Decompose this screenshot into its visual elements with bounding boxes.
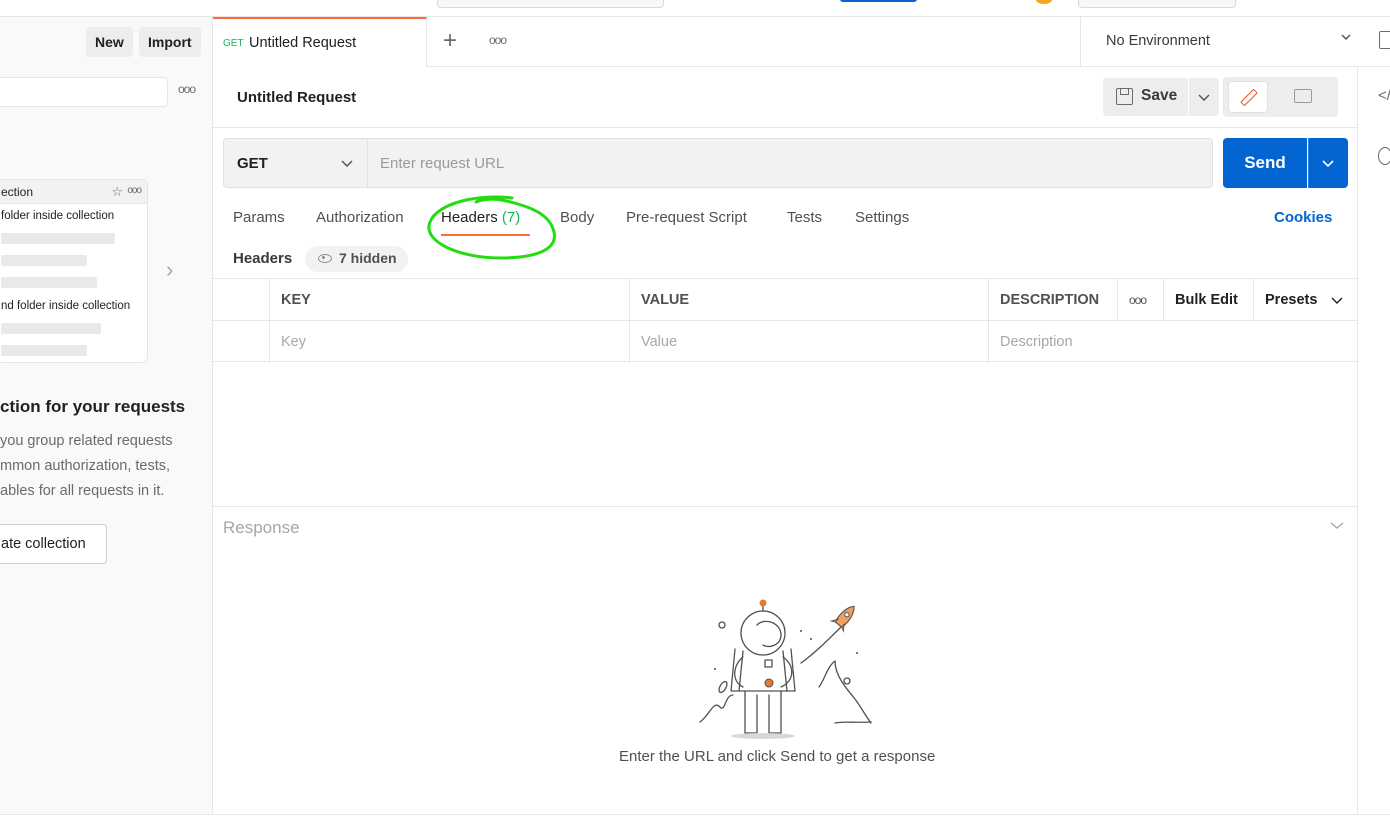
chevron-down-icon xyxy=(1322,160,1334,168)
value-input[interactable]: Value xyxy=(629,321,988,363)
headers-table: KEY VALUE DESCRIPTION ooo Bulk Edit Pres… xyxy=(213,278,1357,363)
checkbox-column xyxy=(213,279,269,321)
more-icon: ooo xyxy=(127,185,142,196)
mode-toggle xyxy=(1223,77,1338,117)
presets-dropdown[interactable]: Presets xyxy=(1253,279,1357,321)
method-label: GET xyxy=(237,155,268,172)
chevron-down-icon xyxy=(341,160,353,167)
collection-preview-title: ection xyxy=(1,185,34,199)
empty-state-text: ables for all requests in it. xyxy=(0,483,165,499)
eye-icon xyxy=(318,254,332,263)
cookies-link[interactable]: Cookies xyxy=(1274,209,1332,226)
tab-method: GET xyxy=(223,38,244,49)
new-tab-plus-icon[interactable]: + xyxy=(443,27,457,55)
table-header-row: KEY VALUE DESCRIPTION ooo Bulk Edit Pres… xyxy=(213,279,1357,321)
tab-more-icon[interactable]: ooo xyxy=(489,33,507,47)
save-icon xyxy=(1116,88,1133,105)
headers-section-label: Headers xyxy=(233,250,293,267)
bulk-edit-button[interactable]: Bulk Edit xyxy=(1163,279,1253,321)
edit-mode-button[interactable] xyxy=(1228,81,1268,113)
upgrade-button-edge[interactable] xyxy=(840,0,917,2)
tab-tests[interactable]: Tests xyxy=(787,209,822,226)
import-button[interactable]: Import xyxy=(139,27,201,57)
search-bar-edge[interactable] xyxy=(437,0,664,8)
save-dropdown-button[interactable] xyxy=(1189,78,1219,116)
environment-select[interactable]: No Environment xyxy=(1080,17,1367,67)
annotation-circle xyxy=(427,195,556,260)
empty-state-text: you group related requests xyxy=(0,433,173,449)
avatar[interactable] xyxy=(1036,0,1052,4)
tab-untitled-request[interactable]: GET Untitled Request xyxy=(213,17,427,67)
save-button[interactable]: Save xyxy=(1103,78,1188,116)
save-label: Save xyxy=(1141,87,1178,104)
response-divider[interactable] xyxy=(213,506,1357,507)
tab-params[interactable]: Params xyxy=(233,209,285,226)
placeholder-bar xyxy=(1,277,97,288)
account-menu-edge[interactable] xyxy=(1078,0,1236,8)
placeholder-bar xyxy=(1,255,87,266)
comment-icon[interactable] xyxy=(1294,89,1312,103)
empty-state-heading: ction for your requests xyxy=(0,397,186,416)
chevron-down-icon xyxy=(1198,94,1210,101)
column-header-key: KEY xyxy=(269,279,629,321)
chevron-down-icon xyxy=(1341,34,1351,40)
lightbulb-icon[interactable] xyxy=(1378,147,1390,165)
column-header-value: VALUE xyxy=(629,279,988,321)
method-select[interactable]: GET xyxy=(223,138,368,188)
create-collection-button[interactable]: ate collection xyxy=(0,524,107,564)
sidebar-search-input[interactable] xyxy=(0,77,168,107)
tab-pre-request-script[interactable]: Pre-request Script xyxy=(626,209,747,226)
column-header-description: DESCRIPTION xyxy=(988,279,1117,321)
hidden-headers-toggle[interactable]: 7 hidden xyxy=(305,246,408,272)
table-more-icon[interactable]: ooo xyxy=(1117,279,1163,321)
environment-label: No Environment xyxy=(1106,33,1210,49)
chevron-right-icon: › xyxy=(166,257,174,282)
astronaut-illustration xyxy=(699,599,872,739)
environment-quick-look-icon[interactable] xyxy=(1379,31,1390,49)
description-input[interactable]: Description xyxy=(988,321,1357,363)
placeholder-bar xyxy=(1,323,101,334)
presets-label: Presets xyxy=(1265,292,1318,308)
pencil-icon xyxy=(1240,88,1258,107)
chevron-down-icon xyxy=(1331,297,1343,304)
collection-preview-line: folder inside collection xyxy=(1,210,115,222)
key-input[interactable]: Key xyxy=(269,321,629,363)
tab-authorization[interactable]: Authorization xyxy=(316,209,404,226)
tab-settings[interactable]: Settings xyxy=(855,209,909,226)
tab-name: Untitled Request xyxy=(249,35,357,51)
row-checkbox-cell xyxy=(213,321,269,363)
tab-body[interactable]: Body xyxy=(560,209,594,226)
chevron-down-icon[interactable] xyxy=(1330,520,1344,530)
code-icon[interactable]: </ xyxy=(1378,87,1390,104)
right-rail: </ xyxy=(1357,67,1390,814)
placeholder-bar xyxy=(1,233,115,244)
collection-preview-header: ection ☆ ooo xyxy=(0,180,147,204)
send-button[interactable]: Send xyxy=(1223,138,1307,188)
request-header: Untitled Request Save xyxy=(213,67,1357,128)
url-input[interactable] xyxy=(368,138,1213,188)
response-empty-hint: Enter the URL and click Send to get a re… xyxy=(619,748,936,765)
star-icon: ☆ xyxy=(111,184,123,199)
collection-preview-line: nd folder inside collection xyxy=(1,300,131,312)
collection-preview-card: ection ☆ ooo folder inside collection nd… xyxy=(0,179,148,363)
empty-state-text: mmon authorization, tests, xyxy=(0,458,171,474)
new-button[interactable]: New xyxy=(86,27,133,57)
top-bar xyxy=(0,0,1390,17)
status-bar xyxy=(0,814,1390,822)
send-dropdown-button[interactable] xyxy=(1308,138,1348,188)
response-label: Response xyxy=(223,518,300,537)
request-tab-bar: GET Untitled Request + ooo No Environmen… xyxy=(213,17,1390,67)
table-row: Key Value Description xyxy=(213,321,1357,363)
placeholder-bar xyxy=(1,345,87,356)
hidden-headers-label: 7 hidden xyxy=(339,250,397,266)
sidebar: New Import ooo ection ☆ ooo folder insid… xyxy=(0,17,213,814)
request-title[interactable]: Untitled Request xyxy=(237,89,356,106)
sidebar-more-icon[interactable]: ooo xyxy=(178,82,196,96)
